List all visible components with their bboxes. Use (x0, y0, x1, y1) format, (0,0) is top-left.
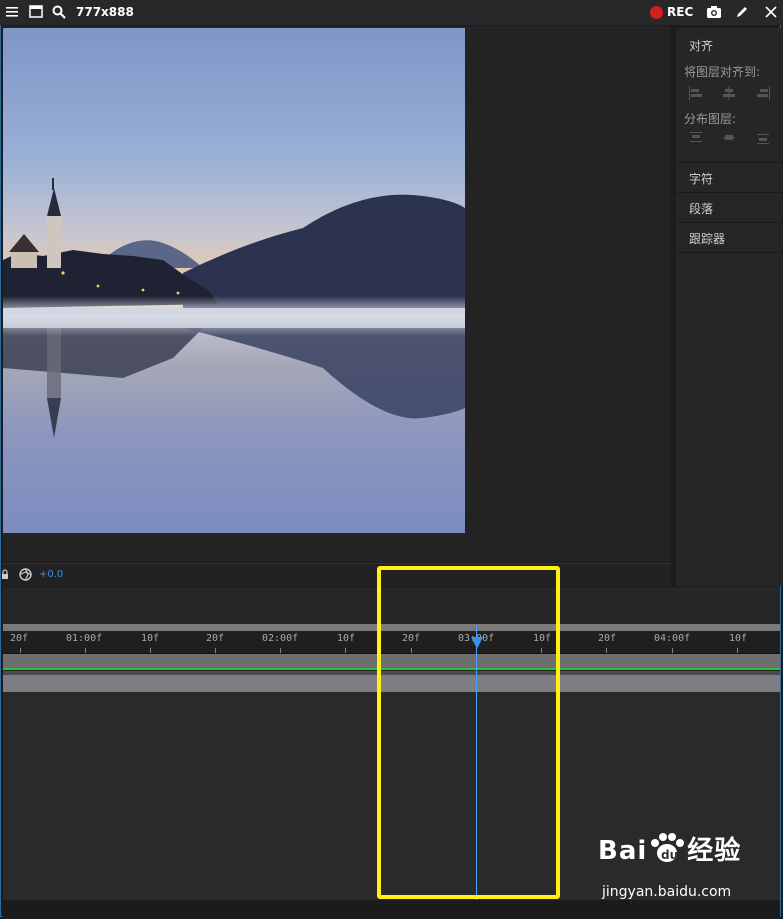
ruler-label: 20f (10, 633, 29, 644)
ruler-label: 01:00f (66, 633, 103, 644)
exposure-value[interactable]: +0.0 (39, 569, 63, 580)
distribute-top-icon[interactable] (688, 130, 704, 146)
close-icon[interactable] (765, 6, 777, 18)
panel-divider (676, 222, 783, 223)
ruler-tick (345, 648, 346, 653)
timeline-footer (3, 900, 780, 917)
distribute-label: 分布图层: (684, 112, 737, 126)
menu-icon[interactable] (6, 6, 18, 18)
camera-icon[interactable] (706, 5, 722, 19)
ruler-tick (85, 648, 86, 653)
distribute-center-icon[interactable] (721, 130, 737, 146)
paw-logo-icon: du (651, 833, 685, 862)
record-dot-icon[interactable] (650, 6, 663, 19)
align-panel-title[interactable]: 对齐 (689, 37, 713, 54)
baidu-jingyan-watermark: Bai du 经验 jingyan.baidu.com (598, 830, 742, 900)
ruler-label: 20f (598, 633, 617, 644)
search-icon[interactable] (52, 5, 66, 19)
panel-divider (676, 252, 783, 253)
svg-text:du: du (661, 848, 678, 862)
paragraph-panel-tab[interactable]: 段落 (689, 200, 713, 217)
ruler-tick (672, 648, 673, 653)
distribute-bottom-icon[interactable] (755, 130, 771, 146)
window-icon[interactable] (29, 5, 43, 18)
tracker-panel-tab[interactable]: 跟踪器 (689, 230, 725, 247)
character-panel-tab[interactable]: 字符 (689, 170, 713, 187)
ruler-tick (606, 648, 607, 653)
align-panel: 对齐 将图层对齐到: 分布图层: 字符 段落 跟踪器 (675, 28, 783, 586)
capture-dimensions: 777x888 (76, 5, 134, 19)
ruler-label: 10f (141, 633, 160, 644)
watermark-brand: Bai (598, 836, 648, 866)
ruler-label: 02:00f (262, 633, 299, 644)
ruler-label: 10f (729, 633, 748, 644)
panel-divider (676, 162, 783, 163)
ruler-tick (150, 648, 151, 653)
align-to-label: 将图层对齐到: (684, 65, 761, 79)
ruler-label: 10f (337, 633, 356, 644)
record-button[interactable]: REC (667, 5, 693, 19)
annotation-highlight-box (377, 566, 560, 899)
ruler-tick (280, 648, 281, 653)
watermark-brand-suffix: 经验 (687, 836, 742, 866)
ruler-label: 04:00f (654, 633, 691, 644)
exposure-icon[interactable] (19, 568, 32, 581)
composition-toolbar: +0.0 (1, 563, 671, 586)
pen-icon[interactable] (735, 5, 749, 19)
watermark-url: jingyan.baidu.com (602, 884, 732, 900)
panel-divider (676, 192, 783, 193)
composition-footage (3, 28, 465, 533)
ruler-tick (737, 648, 738, 653)
align-left-icon[interactable] (688, 85, 704, 101)
lock-icon[interactable] (1, 569, 9, 580)
align-right-icon[interactable] (755, 85, 771, 101)
ruler-tick (215, 648, 216, 653)
top-toolbar: 777x888 REC (0, 0, 783, 25)
ruler-label: 20f (206, 633, 225, 644)
ruler-tick (20, 648, 21, 653)
align-center-icon[interactable] (721, 85, 737, 101)
